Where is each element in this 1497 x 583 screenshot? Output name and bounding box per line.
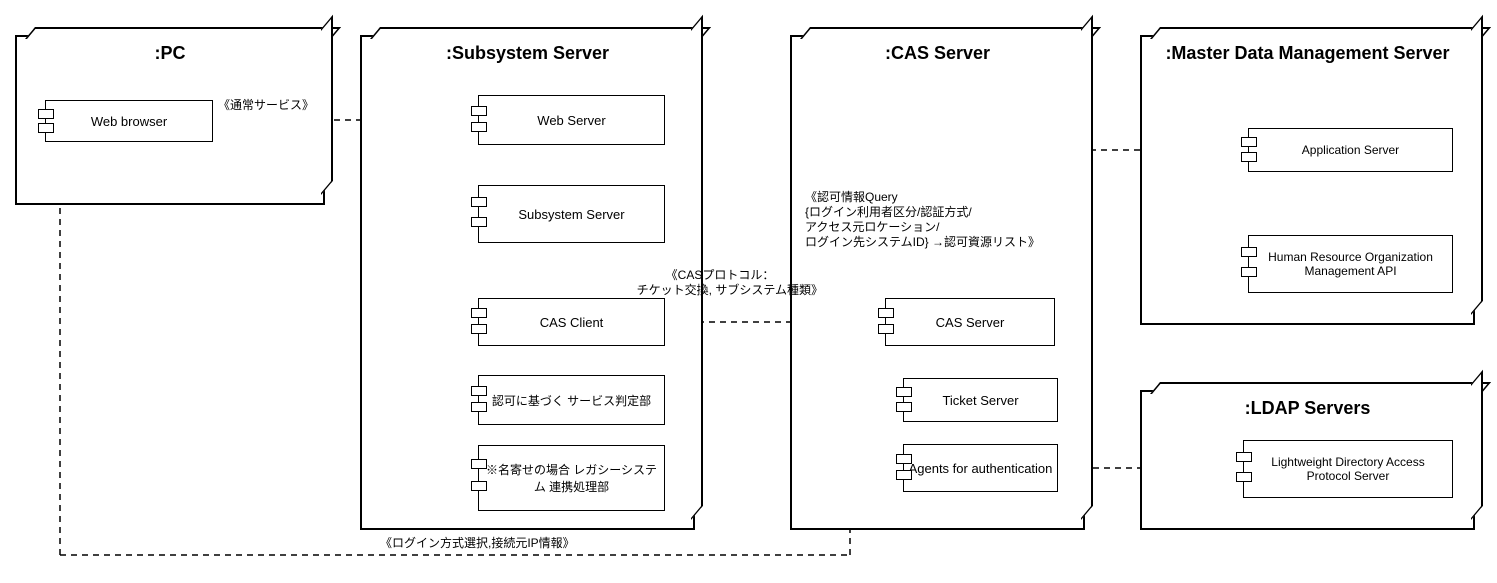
comp-ldap-server-label: Lightweight Directory Access Protocol Se… — [1248, 455, 1448, 483]
comp-web-browser: Web browser — [45, 100, 213, 142]
label-cas-protocol: 《CASプロトコル： チケット交換, サブシステム種類》 — [630, 268, 810, 298]
comp-web-server-label: Web Server — [537, 113, 605, 128]
comp-legacy-link-label: ※名寄せの場合 レガシーシステム 連携処理部 — [483, 461, 660, 495]
comp-auth-agents-label: Agents for authentication — [909, 461, 1053, 476]
comp-subsystem-server: Subsystem Server — [478, 185, 665, 243]
comp-ticket-server: Ticket Server — [903, 378, 1058, 422]
comp-ticket-server-label: Ticket Server — [942, 393, 1018, 408]
comp-cas-server-label: CAS Server — [936, 315, 1005, 330]
node-pc-title: :PC — [17, 37, 323, 66]
comp-subsystem-server-label: Subsystem Server — [518, 207, 624, 222]
comp-web-server: Web Server — [478, 95, 665, 145]
comp-app-server-label: Application Server — [1302, 143, 1399, 157]
comp-auth-service: 認可に基づく サービス判定部 — [478, 375, 665, 425]
label-auth-query: 《認可情報Query {ログイン利用者区分/認証方式/ アクセス元ロケーション/… — [805, 190, 1040, 250]
comp-hr-api: Human Resource Organization Management A… — [1248, 235, 1453, 293]
label-normal-service: 《通常サービス》 — [218, 98, 314, 113]
comp-web-browser-label: Web browser — [91, 114, 167, 129]
label-login-method: 《ログイン方式選択,接続元IP情報》 — [380, 536, 575, 551]
comp-cas-client: CAS Client — [478, 298, 665, 346]
node-subsystem-title: :Subsystem Server — [362, 37, 693, 66]
comp-ldap-server: Lightweight Directory Access Protocol Se… — [1243, 440, 1453, 498]
node-ldap-title: :LDAP Servers — [1142, 392, 1473, 421]
comp-hr-api-label: Human Resource Organization Management A… — [1253, 250, 1448, 278]
comp-legacy-link: ※名寄せの場合 レガシーシステム 連携処理部 — [478, 445, 665, 511]
comp-auth-service-label: 認可に基づく サービス判定部 — [492, 392, 651, 409]
comp-auth-agents: Agents for authentication — [903, 444, 1058, 492]
comp-app-server: Application Server — [1248, 128, 1453, 172]
node-mdm-title: :Master Data Management Server — [1142, 37, 1473, 66]
node-cas-title: :CAS Server — [792, 37, 1083, 66]
comp-cas-client-label: CAS Client — [540, 315, 604, 330]
comp-cas-server: CAS Server — [885, 298, 1055, 346]
